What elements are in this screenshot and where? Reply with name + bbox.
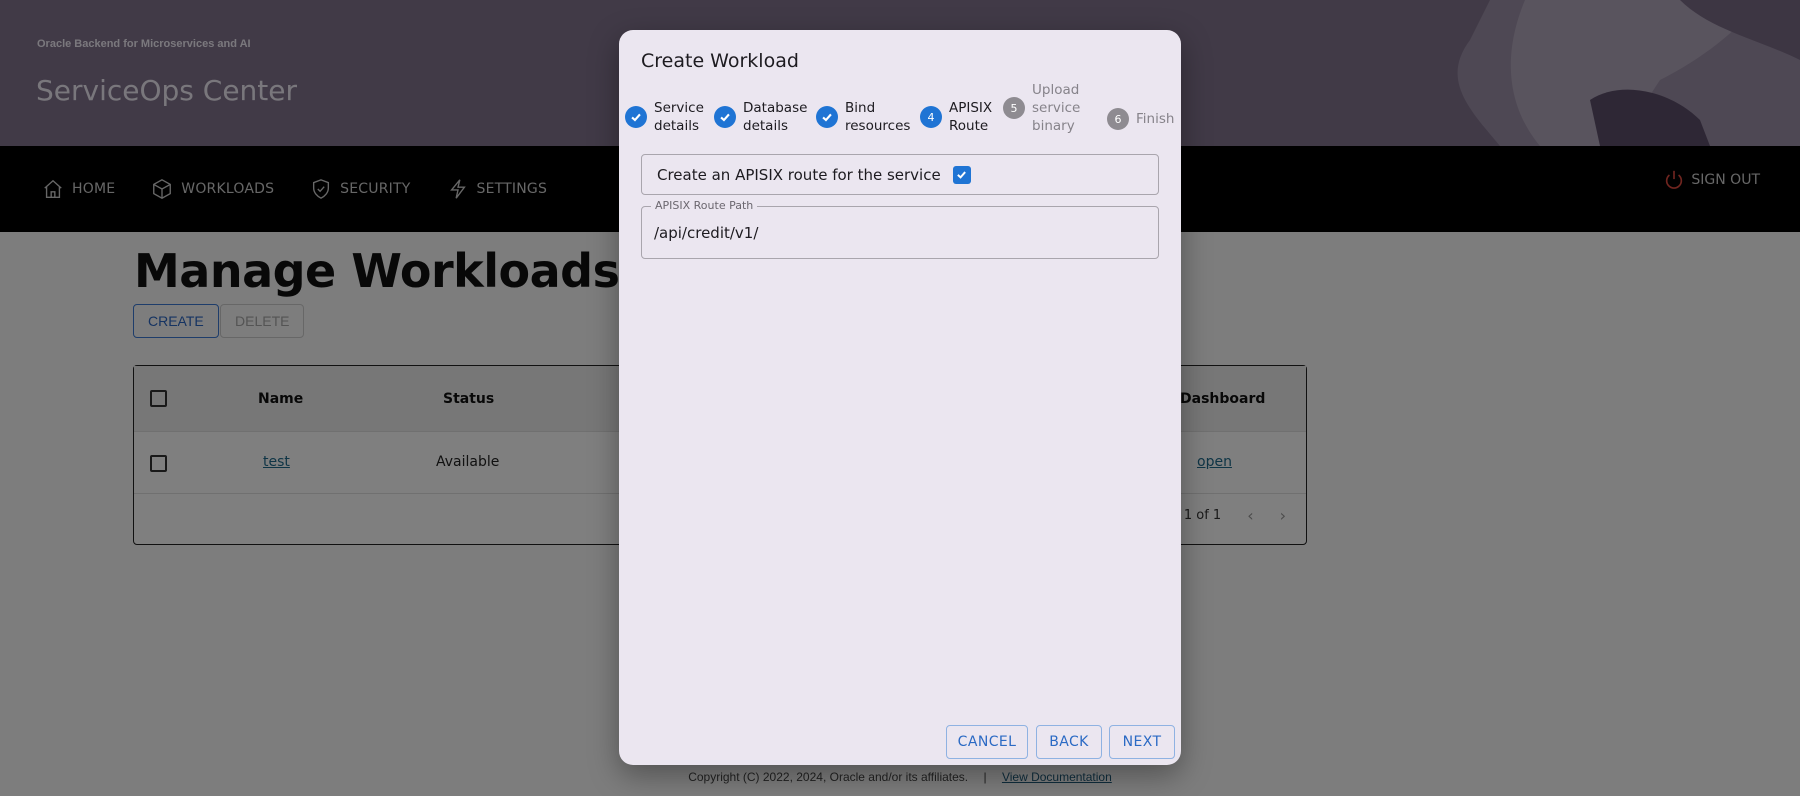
step-number-icon: 6 [1107,108,1129,130]
step-number-icon: 5 [1003,97,1025,119]
step-bind-resources: Bind resources [816,99,910,135]
step-upload-service-binary: 5 Upload service binary [1003,81,1080,135]
step-finish: 6 Finish [1107,108,1174,130]
back-button[interactable]: BACK [1036,725,1102,759]
route-path-input[interactable] [654,221,1144,245]
create-workload-dialog: Create Workload Service details Database… [619,30,1181,765]
dialog-title: Create Workload [641,50,799,72]
apisix-route-option: Create an APISIX route for the service [641,154,1159,195]
step-completed-check-icon [625,106,647,128]
step-label: Upload service binary [1032,82,1081,134]
step-number-icon: 4 [920,106,942,128]
step-apisix-route: 4 APISIX Route [920,99,992,135]
step-completed-check-icon [714,106,736,128]
next-button[interactable]: NEXT [1109,725,1175,759]
step-label: Bind resources [845,100,911,134]
stepper: Service details Database details Bind re… [625,82,1175,146]
step-label: Finish [1136,111,1175,127]
apisix-route-path-field: APISIX Route Path [641,199,1159,259]
cancel-button[interactable]: CANCEL [946,725,1028,759]
route-path-label: APISIX Route Path [651,199,758,212]
apisix-route-checkbox[interactable] [952,165,971,184]
step-service-details: Service details [625,99,704,135]
step-label: APISIX Route [949,100,993,134]
step-completed-check-icon [816,106,838,128]
checkmark-icon [957,171,967,179]
step-label: Service details [654,100,704,134]
apisix-checkbox-label: Create an APISIX route for the service [657,165,941,184]
step-label: Database details [743,100,808,134]
step-database-details: Database details [714,99,807,135]
